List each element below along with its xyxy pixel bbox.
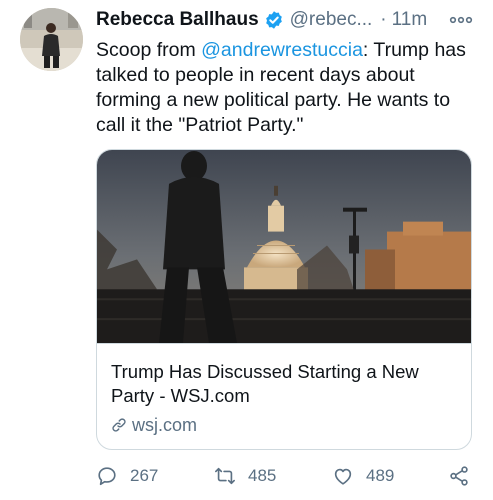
retweet-count: 485 — [248, 466, 277, 485]
header-separator: · — [380, 9, 387, 30]
share-icon — [450, 466, 468, 486]
share-button[interactable] — [448, 462, 470, 490]
card-domain-text: wsj.com — [132, 414, 198, 435]
like-icon — [334, 468, 352, 485]
tweet-timestamp[interactable]: 11m — [392, 9, 428, 31]
tweet-header: Rebecca Ballhaus @rebec... · 11m — [96, 7, 477, 33]
link-card[interactable]: Trump Has Discussed Starting a New Party… — [96, 149, 472, 450]
more-icon[interactable] — [449, 11, 473, 29]
capitol-photo — [97, 150, 471, 343]
retweet-icon — [215, 467, 235, 485]
retweet-button[interactable]: 485 — [214, 462, 276, 490]
card-image[interactable] — [97, 150, 471, 344]
link-icon — [112, 418, 126, 432]
verified-badge-icon — [265, 11, 282, 29]
reply-count: 267 — [130, 466, 159, 485]
card-title[interactable]: Trump Has Discussed Starting a New Party… — [111, 360, 461, 408]
tweet-text: Scoop from @andrewrestuccia: Trump has t… — [96, 38, 480, 138]
avatar-photo — [20, 8, 83, 71]
like-button[interactable]: 489 — [332, 462, 394, 490]
like-count: 489 — [366, 466, 395, 485]
reply-icon — [98, 467, 116, 486]
reply-button[interactable]: 267 — [96, 462, 158, 490]
card-domain[interactable]: wsj.com — [111, 414, 197, 436]
avatar[interactable] — [20, 8, 83, 71]
tweet-text-intro: Scoop from — [96, 39, 202, 61]
tweet-actions: 267 485 489 — [96, 462, 480, 490]
mention-link[interactable]: @andrewrestuccia — [201, 39, 363, 61]
author-name[interactable]: Rebecca Ballhaus — [96, 9, 259, 31]
author-handle[interactable]: @rebec... — [290, 9, 373, 31]
